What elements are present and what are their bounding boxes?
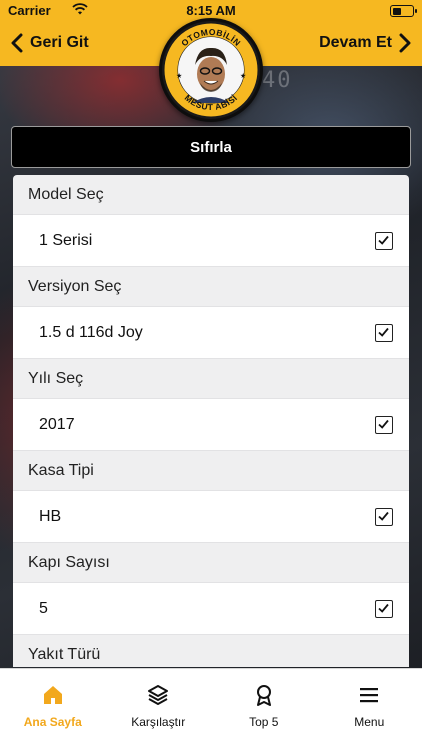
checkbox-checked-icon[interactable] xyxy=(375,507,393,526)
section-header-body-type: Kasa Tipi xyxy=(13,451,409,491)
tab-top5[interactable]: Top 5 xyxy=(211,669,317,750)
option-row-model[interactable]: 1 Serisi xyxy=(13,215,409,267)
option-row-body-type[interactable]: HB xyxy=(13,491,409,543)
option-row-door-count[interactable]: 5 xyxy=(13,583,409,635)
section-header-version: Versiyon Seç xyxy=(13,267,409,307)
checkbox-checked-icon[interactable] xyxy=(375,231,393,250)
tab-label: Top 5 xyxy=(249,715,279,729)
brand-logo: OTOMOBİLİN MESUT ABİSİ ★ ★ xyxy=(159,18,263,122)
option-value: 2017 xyxy=(39,415,75,433)
battery-icon xyxy=(390,5,417,17)
section-header-fuel-type: Yakıt Türü xyxy=(13,635,409,667)
next-button-label: Devam Et xyxy=(319,34,392,51)
reset-button[interactable]: Sıfırla xyxy=(11,126,411,168)
option-value: 1.5 d 116d Joy xyxy=(39,323,143,341)
option-row-year[interactable]: 2017 xyxy=(13,399,409,451)
section-header-model: Model Seç xyxy=(13,175,409,215)
option-row-version[interactable]: 1.5 d 116d Joy xyxy=(13,307,409,359)
tab-menu[interactable]: Menu xyxy=(317,669,422,750)
dashboard-readout: 40 xyxy=(262,68,293,93)
layers-icon xyxy=(148,685,169,705)
svg-text:★: ★ xyxy=(240,72,246,80)
menu-icon xyxy=(360,688,379,703)
option-value: 5 xyxy=(39,599,48,617)
tab-bar: Ana Sayfa Karşılaştır Top 5 Menu xyxy=(0,668,422,750)
selection-form: Model Seç 1 Serisi Versiyon Seç 1.5 d 11… xyxy=(13,175,409,667)
award-icon xyxy=(256,685,271,706)
back-button-label: Geri Git xyxy=(30,34,89,51)
status-time: 8:15 AM xyxy=(186,3,236,18)
checkbox-checked-icon[interactable] xyxy=(375,415,393,434)
option-value: 1 Serisi xyxy=(39,231,93,249)
chevron-right-icon xyxy=(399,33,411,53)
svg-text:★: ★ xyxy=(176,72,182,80)
tab-compare[interactable]: Karşılaştır xyxy=(106,669,212,750)
home-icon xyxy=(43,686,62,704)
chevron-left-icon xyxy=(11,33,23,53)
tab-label: Ana Sayfa xyxy=(23,715,82,729)
checkbox-checked-icon[interactable] xyxy=(375,599,393,618)
section-header-door-count: Kapı Sayısı xyxy=(13,543,409,583)
section-header-year: Yılı Seç xyxy=(13,359,409,399)
tab-label: Karşılaştır xyxy=(131,715,186,729)
next-button[interactable]: Devam Et xyxy=(319,31,412,55)
checkbox-checked-icon[interactable] xyxy=(375,323,393,342)
tab-home[interactable]: Ana Sayfa xyxy=(0,669,106,750)
back-button[interactable]: Geri Git xyxy=(10,31,89,55)
option-value: HB xyxy=(39,507,62,525)
tab-label: Menu xyxy=(354,715,385,729)
